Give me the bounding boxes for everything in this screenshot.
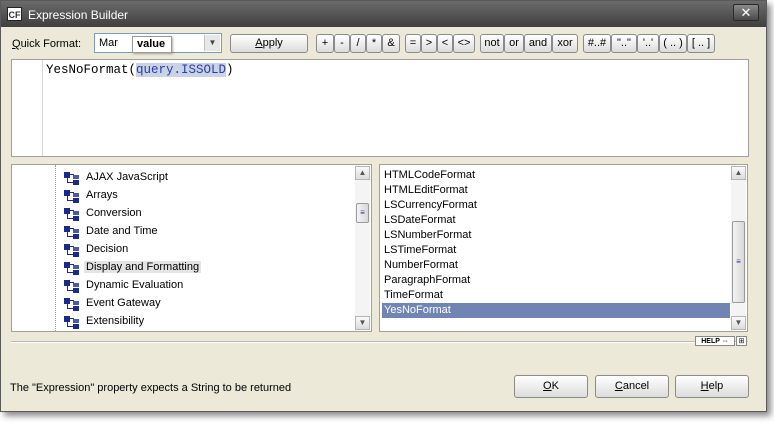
function-item[interactable]: TimeFormat <box>382 288 730 303</box>
function-item[interactable]: HTMLEditFormat <box>382 183 730 198</box>
insert-double-quotes-button[interactable]: ".." <box>611 34 637 53</box>
category-label: Conversion <box>86 207 142 219</box>
function-item[interactable]: LSTimeFormat <box>382 243 730 258</box>
function-group-icon <box>64 172 80 185</box>
category-tree[interactable]: AJAX JavaScript Arrays Conversion Date and … <box>11 164 372 332</box>
function-group-icon <box>64 280 80 293</box>
function-scroll-thumb[interactable]: ≡ <box>732 221 745 303</box>
scroll-up-arrow-icon[interactable]: ▲ <box>355 166 370 180</box>
function-item[interactable]: LSNumberFormat <box>382 228 730 243</box>
toggle-arrows-icon: ⇔ <box>721 338 729 345</box>
tree-connector-line <box>55 165 56 331</box>
category-label: Decision <box>86 243 129 255</box>
help-toggle[interactable]: HELP ⇔ <box>695 336 735 346</box>
operator-not-equal-button[interactable]: <> <box>453 34 475 53</box>
quick-format-label: Quick Format: <box>12 38 82 50</box>
expression-function: YesNoFormat <box>46 63 129 77</box>
cancel-button[interactable]: Cancel <box>595 375 669 398</box>
function-scrollbar[interactable]: ▲ ≡ ▼ <box>731 166 746 330</box>
category-label: Event Gateway <box>86 297 161 309</box>
category-label: AJAX JavaScript <box>86 171 168 183</box>
function-group-icon <box>64 208 80 221</box>
function-item[interactable]: HTMLCodeFormat <box>382 168 730 183</box>
operator-concat-button[interactable]: & <box>382 34 400 53</box>
scroll-down-arrow-icon[interactable]: ▼ <box>731 316 746 330</box>
grid-icon[interactable]: ⊞ <box>736 336 747 346</box>
category-label: Dynamic Evaluation <box>86 279 184 291</box>
operator-or-button[interactable]: or <box>504 34 524 53</box>
separator <box>11 341 748 343</box>
expression-editor[interactable]: YesNoFormat(query.ISSOLD) <box>11 59 749 157</box>
function-group-icon <box>64 244 80 257</box>
expression-open-paren: ( <box>128 63 137 77</box>
insert-brackets-button[interactable]: [ .. ] <box>687 34 715 53</box>
function-item[interactable]: LSDateFormat <box>382 213 730 228</box>
editor-gutter <box>12 60 43 156</box>
category-scrollbar[interactable]: ▲ ≡ ▼ <box>355 166 370 330</box>
function-group-icon <box>64 316 80 329</box>
operator-minus-button[interactable]: - <box>334 34 350 53</box>
expression-selected-argument: query.ISSOLD <box>136 63 227 77</box>
category-label: Extensibility <box>86 315 145 327</box>
operator-multiply-button[interactable]: * <box>366 34 382 53</box>
operator-less-button[interactable]: < <box>437 34 453 53</box>
category-label: Display and Formatting <box>84 261 202 273</box>
function-group-icon <box>64 190 80 203</box>
chevron-down-icon[interactable]: ▼ <box>204 35 220 51</box>
expression-builder-window: CF Expression Builder ✕ Quick Format: Ma… <box>0 0 767 412</box>
category-label: Date and Time <box>86 225 158 237</box>
function-group-icon <box>64 298 80 311</box>
close-button[interactable]: ✕ <box>733 4 759 21</box>
operator-not-button[interactable]: not <box>480 34 504 53</box>
function-item[interactable]: ParagraphFormat <box>382 273 730 288</box>
insert-date-button[interactable]: #..# <box>583 34 611 53</box>
scroll-down-arrow-icon[interactable]: ▼ <box>355 316 370 330</box>
function-group-icon <box>64 262 80 275</box>
category-scroll-thumb[interactable]: ≡ <box>356 203 369 223</box>
value-tooltip: value <box>132 36 172 53</box>
function-item[interactable]: NumberFormat <box>382 258 730 273</box>
insert-single-quotes-button[interactable]: '..' <box>637 34 659 53</box>
scroll-up-arrow-icon[interactable]: ▲ <box>731 166 746 180</box>
category-label: Arrays <box>86 189 118 201</box>
operator-plus-button[interactable]: + <box>316 34 334 53</box>
status-text: The "Expression" property expects a Stri… <box>10 382 292 394</box>
app-icon: CF <box>7 7 22 21</box>
operator-and-button[interactable]: and <box>524 34 552 53</box>
quick-format-value: Mar <box>99 37 118 49</box>
expression-close-paren: ) <box>226 63 234 77</box>
function-list[interactable]: HTMLCodeFormat HTMLEditFormat LSCurrencyFo… <box>379 164 748 332</box>
insert-parentheses-button[interactable]: ( .. ) <box>659 34 687 53</box>
function-group-icon <box>64 226 80 239</box>
expression-text[interactable]: YesNoFormat(query.ISSOLD) <box>46 63 234 77</box>
ok-button[interactable]: OK <box>514 375 588 398</box>
operator-divide-button[interactable]: / <box>350 34 366 53</box>
operator-xor-button[interactable]: xor <box>552 34 578 53</box>
function-item[interactable]: YesNoFormat <box>382 303 730 318</box>
title-bar[interactable]: CF Expression Builder ✕ <box>1 1 766 27</box>
window-title: Expression Builder <box>28 8 129 22</box>
operator-equal-button[interactable]: = <box>405 34 421 53</box>
help-button[interactable]: Help <box>675 375 749 398</box>
operator-greater-button[interactable]: > <box>421 34 437 53</box>
apply-button[interactable]: Apply <box>230 34 308 53</box>
function-item[interactable]: LSCurrencyFormat <box>382 198 730 213</box>
